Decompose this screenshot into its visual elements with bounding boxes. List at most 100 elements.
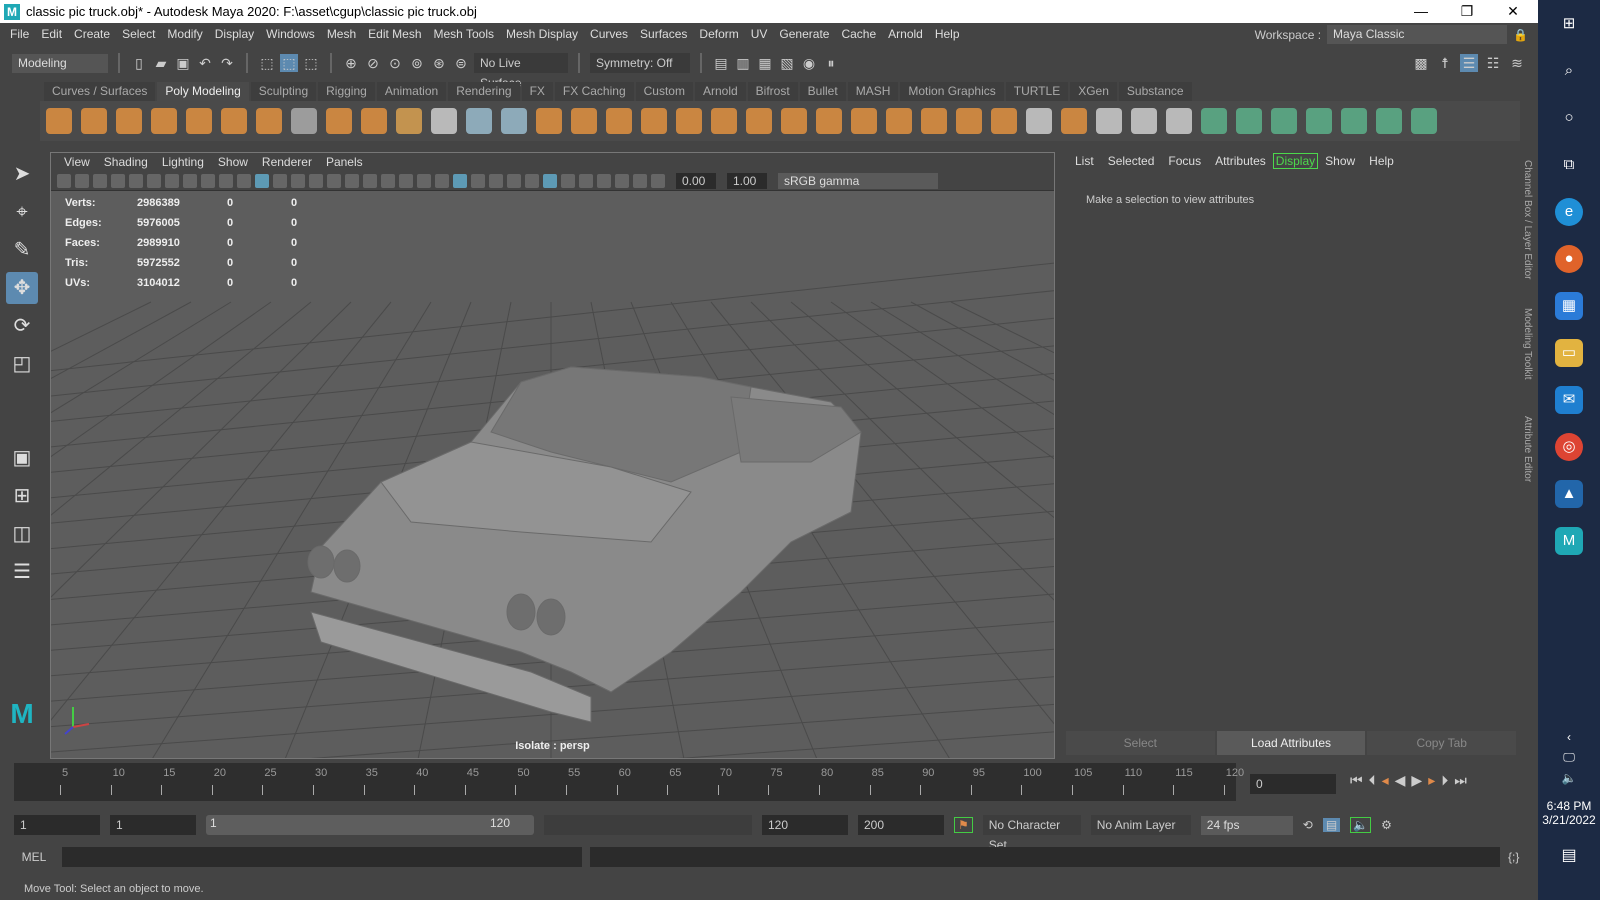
viewport-tool-15-icon[interactable] xyxy=(309,173,323,188)
move-tool-icon[interactable]: ✥ xyxy=(6,272,38,304)
viewport-tool-19-icon[interactable] xyxy=(381,173,395,188)
minimize-button[interactable]: — xyxy=(1398,0,1444,23)
anim-prefs-icon[interactable]: ⚙ xyxy=(1381,818,1392,832)
menu-display[interactable]: Display xyxy=(209,27,260,41)
shelf-tool-28-icon[interactable] xyxy=(991,108,1017,134)
shelf-tool-6-icon[interactable] xyxy=(221,108,247,134)
tool-settings-icon[interactable]: ☷ xyxy=(1484,54,1502,72)
restore-button[interactable]: ❐ xyxy=(1444,0,1490,23)
firefox-icon[interactable]: ● xyxy=(1555,245,1583,273)
symmetry-dropdown[interactable]: Symmetry: Off xyxy=(590,53,690,73)
open-scene-icon[interactable]: ▰ xyxy=(152,54,170,72)
channel-menu-show[interactable]: Show xyxy=(1318,154,1362,168)
viewport-tool-32-icon[interactable] xyxy=(615,173,629,188)
colorspace-dropdown[interactable]: sRGB gamma xyxy=(778,172,938,189)
step-back-key-icon[interactable]: ◂ xyxy=(1382,772,1389,789)
viewport-tool-27-icon[interactable] xyxy=(525,173,539,188)
shelf-tool-32-icon[interactable] xyxy=(1131,108,1157,134)
shelf-tool-18-icon[interactable] xyxy=(641,108,667,134)
shelf-tool-40-icon[interactable] xyxy=(1411,108,1437,134)
command-input[interactable] xyxy=(62,847,582,867)
four-view-icon[interactable]: ⊞ xyxy=(6,480,38,512)
play-backwards-icon[interactable]: ◀ xyxy=(1395,772,1406,789)
viewport-menu-panels[interactable]: Panels xyxy=(319,155,370,169)
viewport-menu-renderer[interactable]: Renderer xyxy=(255,155,319,169)
redo-icon[interactable]: ↷ xyxy=(218,54,236,72)
viewport-tool-10-icon[interactable] xyxy=(219,173,233,188)
command-language-toggle[interactable]: MEL xyxy=(14,850,54,864)
menu-arnold[interactable]: Arnold xyxy=(882,27,929,41)
close-button[interactable]: ✕ xyxy=(1490,0,1536,23)
undo-icon[interactable]: ↶ xyxy=(196,54,214,72)
shelf-tool-20-icon[interactable] xyxy=(711,108,737,134)
menu-mesh[interactable]: Mesh xyxy=(321,27,362,41)
menu-cache[interactable]: Cache xyxy=(835,27,882,41)
lasso-tool-icon[interactable]: ⌖ xyxy=(6,196,38,228)
viewport-tool-11-icon[interactable] xyxy=(237,173,251,188)
shelf-tool-29-icon[interactable] xyxy=(1026,108,1052,134)
channel-box-icon[interactable]: ≋ xyxy=(1508,54,1526,72)
shelf-tab-mash[interactable]: MASH xyxy=(847,82,899,101)
modeling-toolkit-icon[interactable]: ▩ xyxy=(1412,54,1430,72)
shelf-tool-1-icon[interactable] xyxy=(46,108,72,134)
shelf-tab-arnold[interactable]: Arnold xyxy=(694,82,746,101)
viewport-tool-1-icon[interactable] xyxy=(57,173,71,188)
start-time-field[interactable]: 1 xyxy=(14,815,100,835)
shelf-tab-sculpting[interactable]: Sculpting xyxy=(250,82,317,101)
sound-icon[interactable]: 🔈 xyxy=(1350,817,1372,833)
file-explorer-icon[interactable]: ▭ xyxy=(1555,339,1583,367)
shelf-tool-2-icon[interactable] xyxy=(81,108,107,134)
rotate-tool-icon[interactable]: ⟳ xyxy=(6,310,38,342)
outliner-icon[interactable]: ☰ xyxy=(6,556,38,588)
viewport-tool-14-icon[interactable] xyxy=(291,173,305,188)
load-attributes-button[interactable]: Load Attributes xyxy=(1216,731,1366,755)
step-back-frame-icon[interactable]: ⏴ xyxy=(1369,772,1376,789)
viewport-tool-23-icon[interactable] xyxy=(453,173,467,188)
menu-select[interactable]: Select xyxy=(116,27,161,41)
menu-generate[interactable]: Generate xyxy=(773,27,835,41)
snap-curve-icon[interactable]: ⊘ xyxy=(364,54,382,72)
step-forward-key-icon[interactable]: ▸ xyxy=(1428,772,1435,789)
pause-icon[interactable]: ⏸ xyxy=(822,54,840,72)
character-controls-icon[interactable]: ☨ xyxy=(1436,54,1454,72)
shelf-tool-25-icon[interactable] xyxy=(886,108,912,134)
fps-dropdown[interactable]: 24 fps xyxy=(1200,815,1293,835)
select-button[interactable]: Select xyxy=(1066,731,1215,755)
menu-uv[interactable]: UV xyxy=(745,27,774,41)
menu-surfaces[interactable]: Surfaces xyxy=(634,27,693,41)
clock-time[interactable]: 6:48 PM xyxy=(1538,799,1600,813)
viewport-tool-20-icon[interactable] xyxy=(399,173,413,188)
viewport-tool-26-icon[interactable] xyxy=(507,173,521,188)
shelf-tool-39-icon[interactable] xyxy=(1376,108,1402,134)
notifications-icon[interactable]: ▤ xyxy=(1538,845,1600,865)
menu-mesh-display[interactable]: Mesh Display xyxy=(500,27,584,41)
channel-menu-selected[interactable]: Selected xyxy=(1101,154,1162,168)
menu-create[interactable]: Create xyxy=(68,27,116,41)
shelf-tool-33-icon[interactable] xyxy=(1166,108,1192,134)
viewport-tool-29-icon[interactable] xyxy=(561,173,575,188)
viewport-tool-17-icon[interactable] xyxy=(345,173,359,188)
menu-mesh-tools[interactable]: Mesh Tools xyxy=(428,27,500,41)
shelf-tab-motion-graphics[interactable]: Motion Graphics xyxy=(900,82,1004,101)
shelf-tab-curves-surfaces[interactable]: Curves / Surfaces xyxy=(44,82,156,101)
chrome-icon[interactable]: ◎ xyxy=(1555,433,1583,461)
two-view-icon[interactable]: ◫ xyxy=(6,518,38,550)
shelf-tool-19-icon[interactable] xyxy=(676,108,702,134)
viewport-tool-6-icon[interactable] xyxy=(147,173,161,188)
shelf-tool-21-icon[interactable] xyxy=(746,108,772,134)
workspace-dropdown[interactable]: Maya Classic xyxy=(1327,25,1508,44)
new-scene-icon[interactable]: ▯ xyxy=(130,54,148,72)
viewport-tool-8-icon[interactable] xyxy=(183,173,197,188)
menu-curves[interactable]: Curves xyxy=(584,27,634,41)
viewport-persp[interactable]: View Shading Lighting Show Renderer Panels 0.… xyxy=(50,152,1055,759)
copy-tab-button[interactable]: Copy Tab xyxy=(1367,731,1517,755)
viewport-tool-34-icon[interactable] xyxy=(651,173,665,188)
select-component-icon[interactable]: ⬚ xyxy=(302,54,320,72)
render-frame-icon[interactable]: ▥ xyxy=(734,54,752,72)
shelf-tab-custom[interactable]: Custom xyxy=(635,82,693,101)
show-hidden-icon[interactable]: ‹ xyxy=(1538,730,1600,744)
shelf-tool-12-icon[interactable] xyxy=(431,108,457,134)
shelf-tool-8-icon[interactable] xyxy=(291,108,317,134)
channel-menu-focus[interactable]: Focus xyxy=(1161,154,1208,168)
shelf-tool-36-icon[interactable] xyxy=(1271,108,1297,134)
